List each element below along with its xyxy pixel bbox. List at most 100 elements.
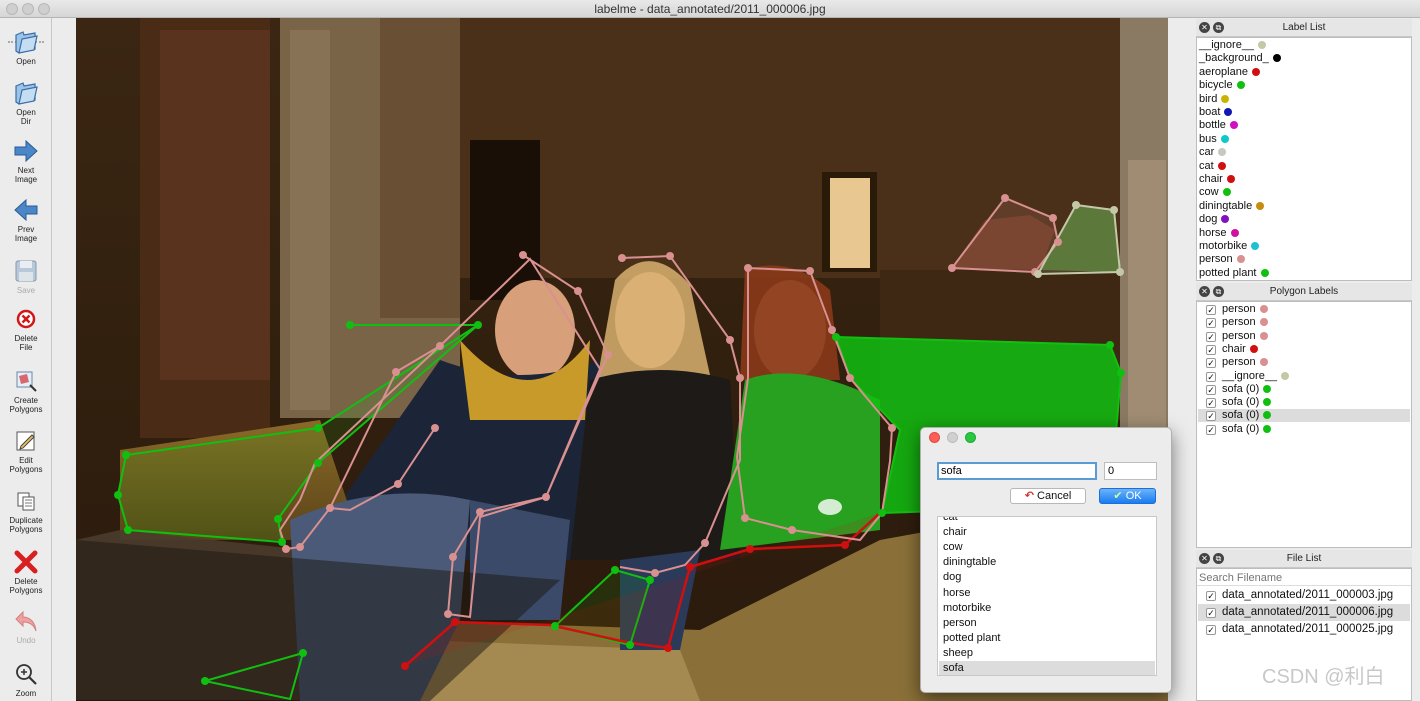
polygon-label-item[interactable]: ✓ person (1198, 303, 1410, 316)
visibility-checkbox[interactable]: ✓ (1206, 384, 1216, 395)
label-list-item[interactable]: chair (1199, 173, 1235, 186)
undo-button[interactable]: Undo (0, 608, 52, 645)
file-list-item[interactable]: ✓ data_annotated/2011_000003.jpg (1198, 587, 1410, 604)
delete-polygons-button[interactable]: Delete Polygons (0, 549, 52, 595)
visibility-checkbox[interactable]: ✓ (1206, 424, 1216, 435)
label-color-dot (1263, 398, 1272, 407)
dialog-zoom-button[interactable] (965, 432, 976, 443)
prev-image-label: Prev Image (14, 225, 38, 243)
edit-polygons-label: Edit Polygons (9, 456, 43, 474)
red-x-icon (14, 550, 38, 574)
visibility-checkbox[interactable]: ✓ (1206, 411, 1216, 422)
polygon-label-name: person (1222, 356, 1256, 369)
label-suggestion-item[interactable]: cat (939, 517, 1155, 525)
label-list-item[interactable]: potted plant (1199, 267, 1269, 280)
polygon-label-item[interactable]: ✓ person (1198, 356, 1410, 369)
label-list-item[interactable]: car (1199, 146, 1227, 159)
label-suggestion-item[interactable]: person (939, 616, 1155, 631)
visibility-checkbox[interactable]: ✓ (1206, 305, 1216, 315)
close-window-button[interactable] (6, 3, 18, 15)
edit-polygons-button[interactable]: Edit Polygons (0, 428, 52, 474)
label-list-item[interactable]: motorbike (1199, 240, 1260, 253)
label-suggestion-item[interactable]: dog (939, 570, 1155, 585)
label-suggestion-item[interactable]: sheep (939, 646, 1155, 661)
label-list-item-name: chair (1199, 173, 1223, 185)
label-suggestion-list[interactable]: cat chair cow diningtable dog horse motorbike p… (937, 516, 1157, 676)
label-color-dot (1220, 134, 1229, 143)
label-list-item[interactable]: cat (1199, 160, 1226, 173)
label-list-item-name: motorbike (1199, 240, 1248, 252)
label-suggestion-item[interactable]: cow (939, 540, 1155, 555)
search-filename-input[interactable] (1197, 570, 1411, 586)
save-button[interactable]: Save (0, 258, 52, 295)
file-checkbox[interactable]: ✓ (1206, 625, 1216, 635)
delete-file-button[interactable]: Delete File (0, 306, 52, 352)
polygon-label-item[interactable]: ✓ sofa (0) (1198, 396, 1410, 409)
open-label: Open (16, 57, 36, 66)
visibility-checkbox[interactable]: ✓ (1206, 371, 1216, 382)
dialog-minimize-button[interactable] (947, 432, 958, 443)
dialog-titlebar (921, 428, 1171, 448)
polygon-label-name: person (1222, 316, 1256, 329)
label-list-item[interactable]: _background_ (1199, 52, 1281, 65)
polygon-label-item[interactable]: ✓ __ignore__ (1198, 370, 1410, 383)
label-list-item-name: __ignore__ (1199, 39, 1255, 51)
label-list-item-name: aeroplane (1199, 65, 1248, 78)
label-list-item[interactable]: diningtable (1199, 200, 1265, 213)
file-checkbox[interactable]: ✓ (1206, 608, 1216, 618)
visibility-checkbox[interactable]: ✓ (1206, 331, 1216, 342)
label-suggestion-item[interactable]: sofa (939, 661, 1155, 675)
maximize-window-button[interactable] (38, 3, 50, 15)
open-button[interactable]: Open (0, 29, 52, 66)
minimize-window-button[interactable] (22, 3, 34, 15)
duplicate-polygons-button[interactable]: Duplicate Polygons (0, 488, 52, 534)
cancel-button[interactable]: ↶ Cancel (1010, 488, 1086, 504)
polygon-label-item[interactable]: ✓ person (1198, 316, 1410, 329)
label-list-item[interactable]: cow (1199, 186, 1231, 199)
label-list-item[interactable]: dog (1199, 213, 1230, 226)
visibility-checkbox[interactable]: ✓ (1206, 344, 1216, 355)
ok-button[interactable]: ✔ OK (1099, 488, 1156, 504)
file-list-item[interactable]: ✓ data_annotated/2011_000006.jpg (1198, 604, 1410, 621)
open-dir-button[interactable]: Open Dir (0, 80, 52, 126)
create-polygons-button[interactable]: Create Polygons (0, 368, 52, 414)
polygon-label-item[interactable]: ✓ sofa (0) (1198, 383, 1410, 396)
edit-icon (16, 431, 35, 451)
zoom-button[interactable]: Zoom (0, 661, 52, 698)
visibility-checkbox[interactable]: ✓ (1206, 318, 1216, 329)
group-id-input[interactable] (1104, 462, 1157, 480)
label-list-item-name: bus (1199, 132, 1217, 145)
file-checkbox[interactable]: ✓ (1206, 591, 1216, 601)
label-list-item[interactable]: bottle (1199, 119, 1238, 132)
label-list-item[interactable]: person (1199, 253, 1245, 266)
label-list-item[interactable]: bird (1199, 93, 1230, 106)
label-list-item[interactable]: bus (1199, 133, 1229, 146)
file-list-item[interactable]: ✓ data_annotated/2011_000025.jpg (1198, 621, 1410, 638)
label-suggestion-item[interactable]: potted plant (939, 631, 1155, 646)
label-color-dot (1259, 331, 1268, 340)
prev-image-button[interactable]: Prev Image (0, 197, 52, 243)
dialog-close-button[interactable] (929, 432, 940, 443)
label-suggestion-item[interactable]: horse (939, 586, 1155, 601)
visibility-checkbox[interactable]: ✓ (1206, 398, 1216, 409)
label-suggestion-item[interactable]: motorbike (939, 601, 1155, 616)
label-list-item[interactable]: bicycle (1199, 79, 1245, 92)
polygon-label-item[interactable]: ✓ sofa (0) (1198, 409, 1410, 423)
label-color-dot (1224, 108, 1233, 116)
label-list-item[interactable]: boat (1199, 106, 1233, 119)
label-name-input[interactable] (937, 462, 1097, 480)
label-list-item[interactable]: horse (1199, 227, 1239, 240)
undo-icon: ↶ (1024, 490, 1034, 502)
polygon-label-item[interactable]: ✓ person (1198, 330, 1410, 343)
label-suggestion-item[interactable]: chair (939, 525, 1155, 540)
label-list-item[interactable]: __ignore__ (1199, 39, 1267, 52)
label-color-dot (1263, 384, 1272, 393)
label-list-item[interactable]: aeroplane (1199, 66, 1260, 79)
next-image-button[interactable]: Next Image (0, 138, 52, 184)
visibility-checkbox[interactable]: ✓ (1206, 358, 1216, 369)
polygon-label-item[interactable]: ✓ sofa (0) (1198, 423, 1410, 436)
label-dialog: ↶ Cancel ✔ OK catchaircowdiningtabledogh… (920, 427, 1172, 693)
polygon-label-item[interactable]: ✓ chair (1198, 343, 1410, 356)
folder-open-icon (15, 31, 38, 54)
label-suggestion-item[interactable]: diningtable (939, 555, 1155, 570)
